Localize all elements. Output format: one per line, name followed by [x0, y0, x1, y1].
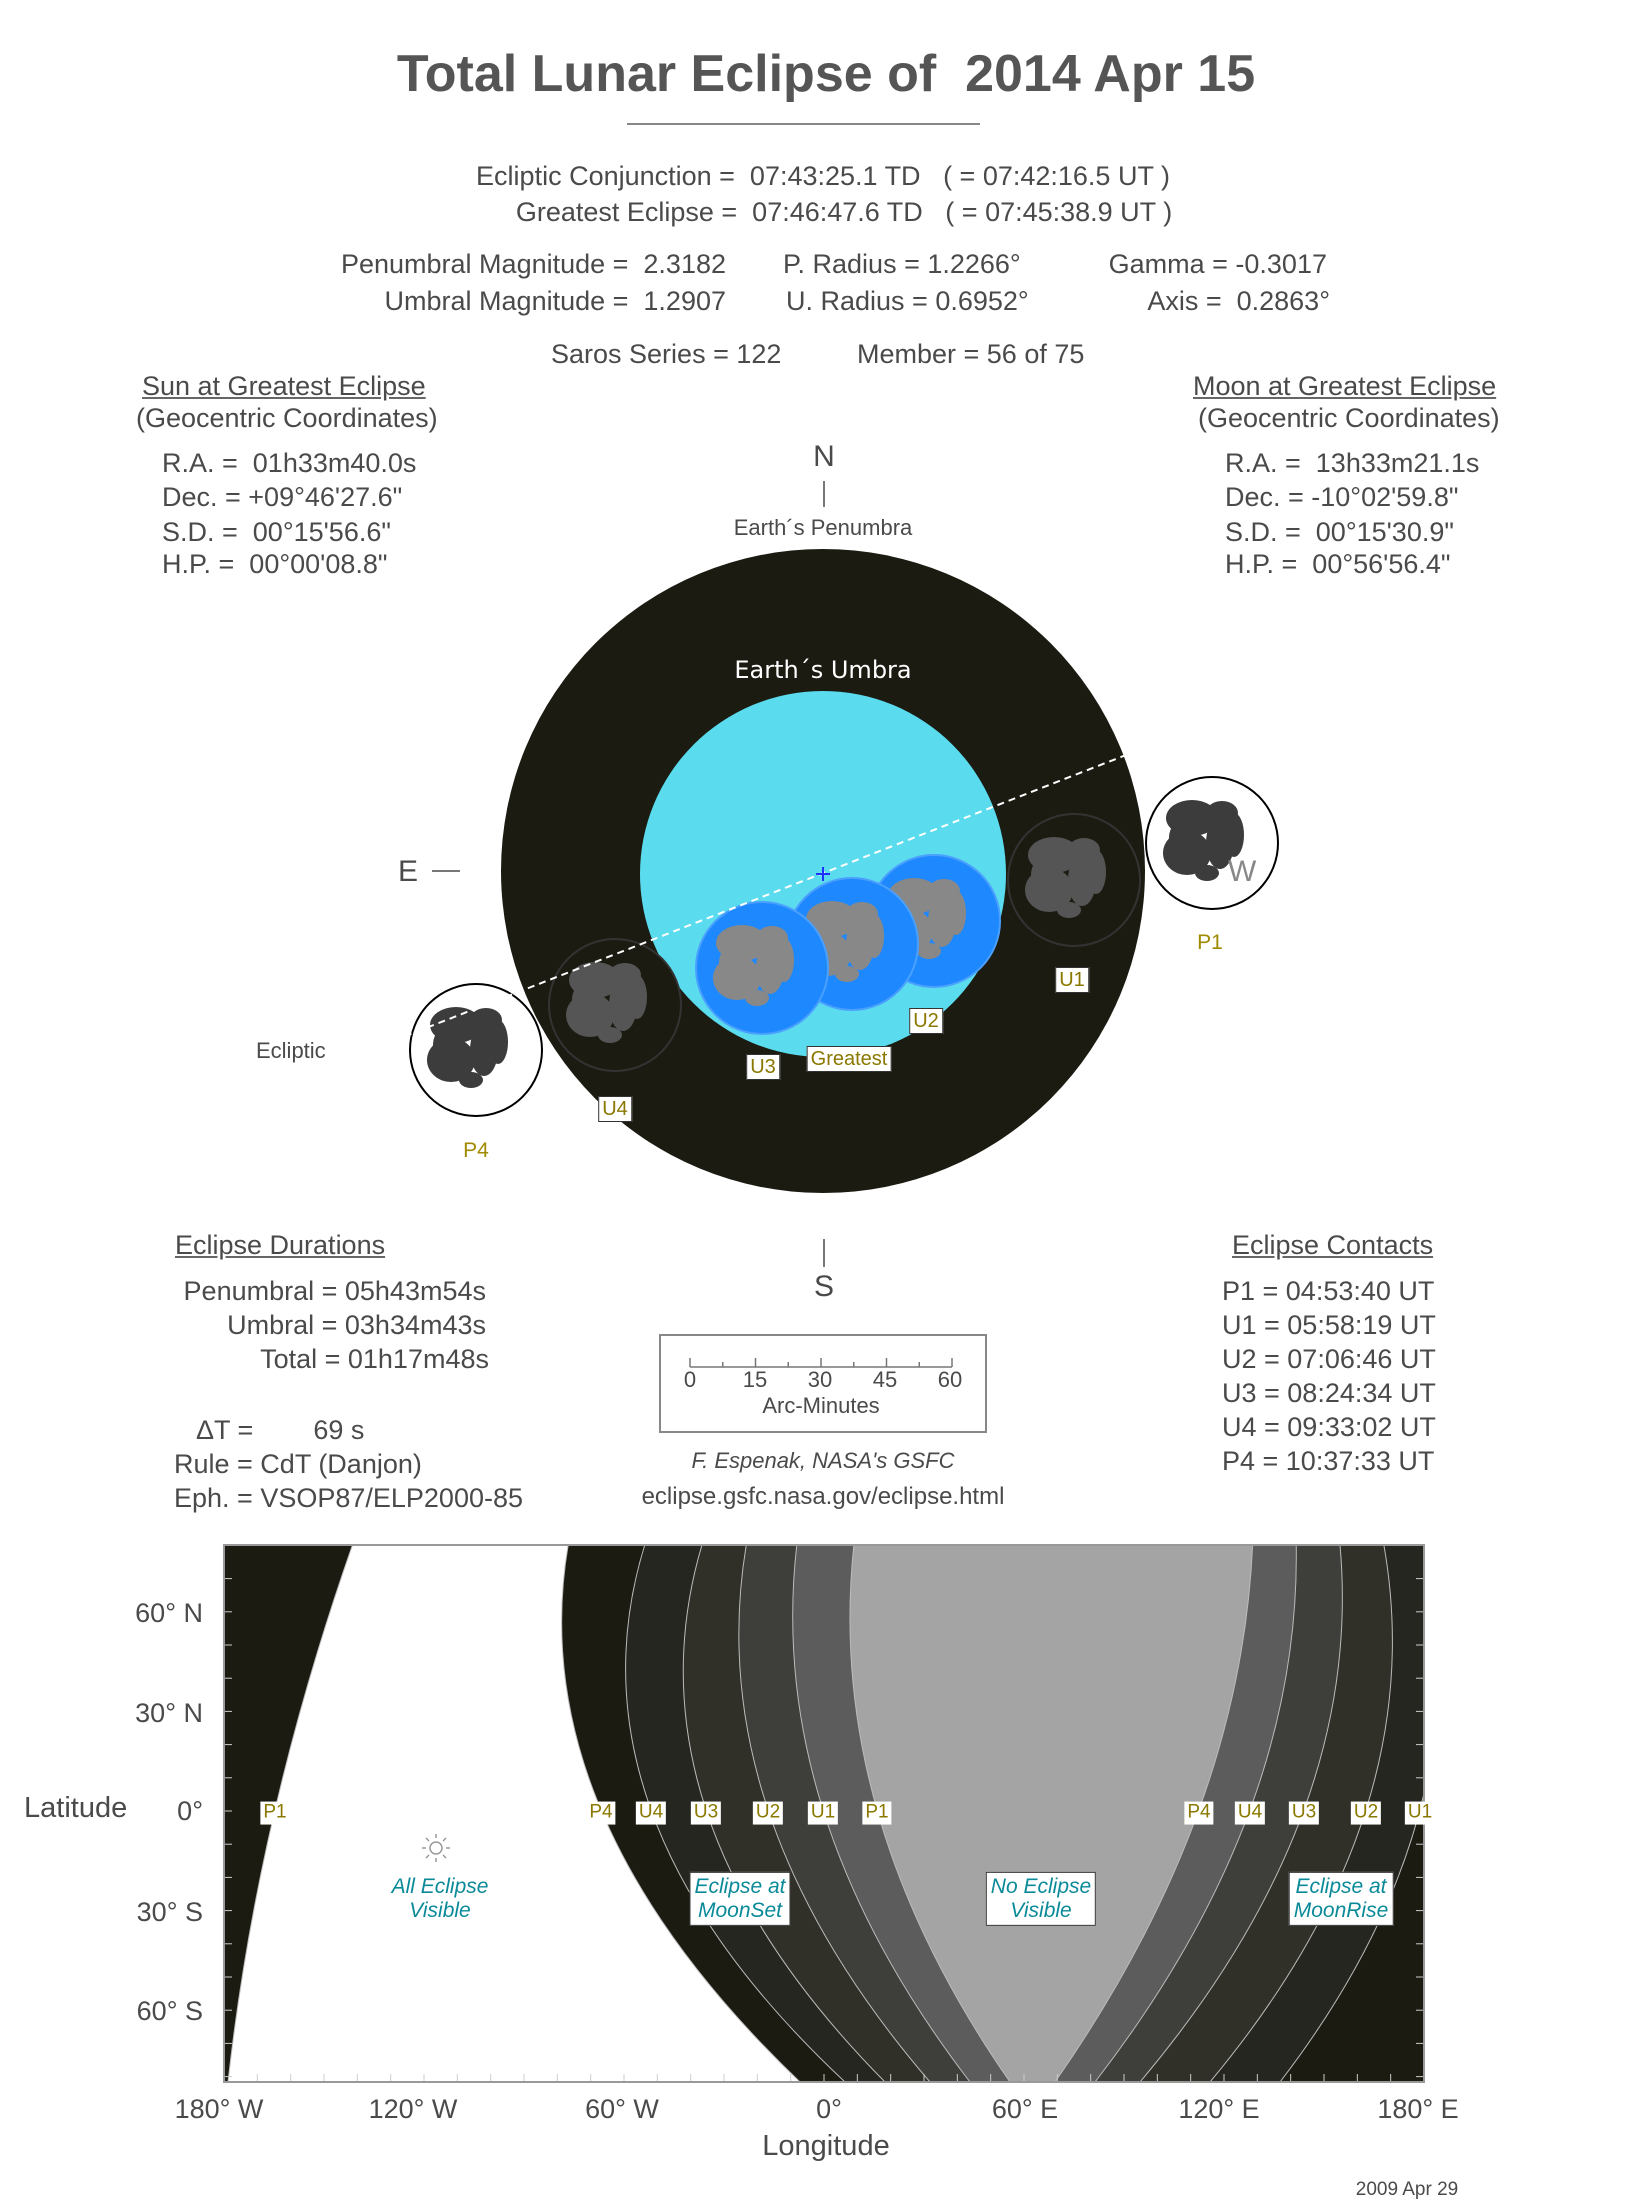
scale-tick-45: 45	[872, 1367, 898, 1392]
contact-label-greatest: Greatest	[806, 1046, 892, 1072]
lon-tick-60e: 60° E	[991, 2094, 1059, 2124]
map-contact-east-u4: U4	[1234, 1801, 1266, 1825]
south-label: S	[813, 1270, 835, 1303]
contact-u1: U1 = 05:58:19 UT	[1222, 1310, 1436, 1340]
lat-tick-30n: 30° N	[135, 1698, 203, 1728]
lat-tick-60s: 60° S	[136, 1996, 203, 2026]
map-contact-west-p1: P1	[260, 1801, 290, 1825]
contact-p4: P4 = 10:37:33 UT	[1222, 1446, 1435, 1476]
contact-label-p4: P4	[463, 1139, 489, 1162]
lon-tick-180e: 180° E	[1377, 2094, 1459, 2124]
penumbra-label: Earth´s Penumbra	[733, 515, 913, 540]
scale-tick-15: 15	[742, 1367, 768, 1392]
moon-u4	[548, 938, 682, 1072]
duration-penumbral: Penumbral = 05h43m54s	[183, 1276, 486, 1306]
durations-heading: Eclipse Durations	[175, 1230, 386, 1260]
sun-symbol	[422, 1834, 450, 1862]
lat-tick-0: 0°	[177, 1796, 203, 1826]
umbra-label: Earth´s Umbra	[734, 656, 912, 684]
north-label: N	[813, 440, 835, 473]
lon-tick-120w: 120° W	[368, 2094, 458, 2124]
map-contact-west-u2: U2	[752, 1801, 784, 1825]
latitude-axis-label: Latitude	[24, 1792, 128, 1824]
contacts-heading: Eclipse Contacts	[1232, 1230, 1434, 1260]
delta-t: ΔT = 69 s	[196, 1415, 365, 1445]
contact-curve	[1054, 1545, 1254, 2082]
contact-p1: P1 = 04:53:40 UT	[1222, 1276, 1435, 1306]
ecliptic-label: Ecliptic	[256, 1038, 326, 1063]
map-contact-west-p1: P1	[862, 1801, 892, 1825]
region-all-eclipse: All Eclipse Visible	[391, 1874, 489, 1922]
lon-tick-60w: 60° W	[585, 2094, 659, 2124]
region-eclipse-moonset: Eclipse at MoonSet	[689, 1871, 791, 1927]
ephemeris: Eph. = VSOP87/ELP2000-85	[174, 1483, 523, 1513]
longitude-axis-label: Longitude	[762, 2130, 890, 2162]
duration-total: Total = 01h17m48s	[260, 1344, 489, 1374]
moon-u1	[1007, 813, 1141, 947]
lon-tick-0: 0°	[816, 2094, 842, 2124]
contact-curve	[227, 1545, 354, 2082]
contact-label-u4: U4	[598, 1096, 632, 1122]
date-stamp: 2009 Apr 29	[1355, 2179, 1459, 2200]
contact-label-u2: U2	[909, 1008, 943, 1034]
duration-umbral: Umbral = 03h34m43s	[227, 1310, 486, 1340]
contact-u3: U3 = 08:24:34 UT	[1222, 1378, 1436, 1408]
map-contact-east-u2: U2	[1350, 1801, 1382, 1825]
moon-p1	[1145, 776, 1279, 910]
map-contact-west-p4: P4	[586, 1801, 616, 1825]
west-label: W	[1228, 855, 1257, 888]
map-contact-west-u3: U3	[690, 1801, 722, 1825]
lat-tick-30s: 30° S	[136, 1897, 203, 1927]
contact-label-p1: P1	[1197, 931, 1223, 954]
lon-tick-180w: 180° W	[174, 2094, 264, 2124]
map-contact-east-u1: U1	[1404, 1801, 1436, 1825]
contact-label-u1: U1	[1055, 967, 1089, 993]
credit-author: F. Espenak, NASA's GSFC	[691, 1448, 955, 1473]
east-label: E	[398, 855, 419, 888]
region-no-eclipse: No Eclipse Visible	[985, 1871, 1097, 1927]
map-contact-east-p4: P4	[1184, 1801, 1214, 1825]
scale-tick-0: 0	[683, 1367, 697, 1392]
region-eclipse-moonrise: Eclipse at MoonRise	[1288, 1871, 1394, 1927]
contact-label-u3: U3	[746, 1054, 780, 1080]
scale-unit: Arc-Minutes	[762, 1393, 880, 1418]
lon-tick-120e: 120° E	[1178, 2094, 1260, 2124]
moon-p4	[409, 983, 543, 1117]
map-contact-east-u3: U3	[1288, 1801, 1320, 1825]
credit-url[interactable]: eclipse.gsfc.nasa.gov/eclipse.html	[642, 1485, 1005, 1509]
map-contact-west-u1: U1	[807, 1801, 839, 1825]
contact-u4: U4 = 09:33:02 UT	[1222, 1412, 1436, 1442]
contact-u2: U2 = 07:06:46 UT	[1222, 1344, 1436, 1374]
map-contact-west-u4: U4	[635, 1801, 667, 1825]
eclipse-diagram	[348, 481, 1304, 1267]
moon-u3	[695, 901, 829, 1035]
lat-tick-60n: 60° N	[135, 1598, 203, 1628]
scale-tick-30: 30	[807, 1367, 833, 1392]
scale-tick-60: 60	[937, 1367, 963, 1392]
rule: Rule = CdT (Danjon)	[174, 1449, 422, 1479]
